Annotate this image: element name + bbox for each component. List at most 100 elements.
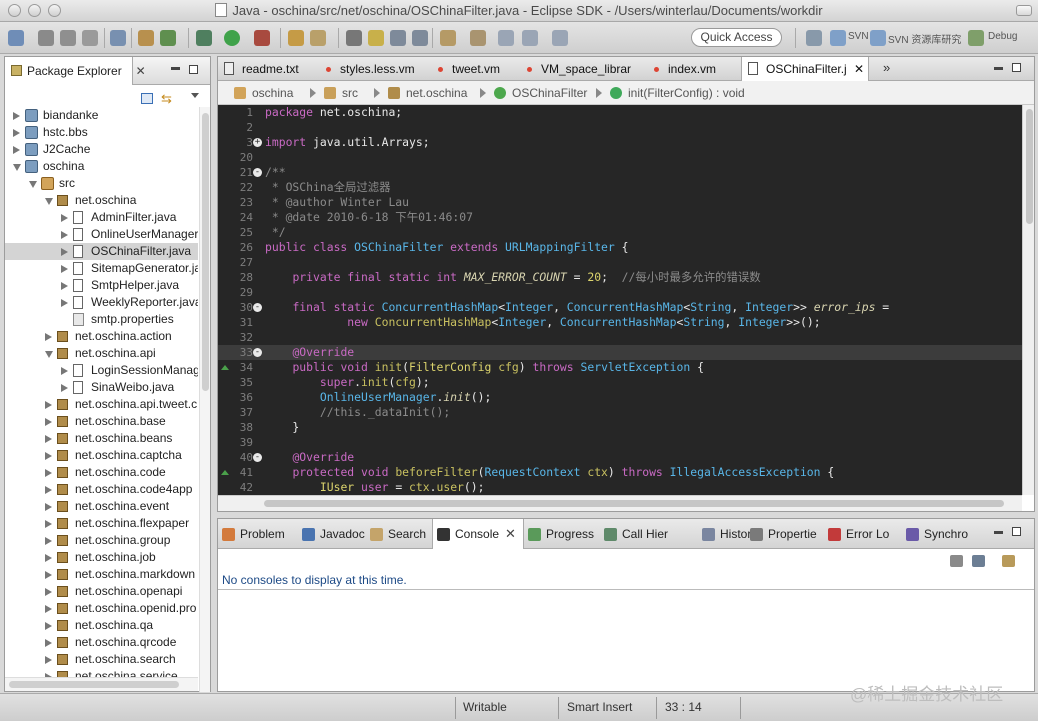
maximize-icon[interactable] <box>189 65 198 74</box>
zoom-window-button[interactable] <box>48 4 61 17</box>
toolbar-toggle-button[interactable] <box>1016 5 1032 16</box>
code-line[interactable]: 29 <box>218 285 1022 300</box>
forward-icon[interactable] <box>552 30 568 46</box>
tree-node[interactable]: net.oschina.action <box>5 328 198 345</box>
tab-overflow-icon[interactable]: » <box>883 60 890 75</box>
code-line[interactable]: 30- final static ConcurrentHashMap<Integ… <box>218 300 1022 315</box>
code-line[interactable]: 36 OnlineUserManager.init(); <box>218 390 1022 405</box>
open-type-icon[interactable] <box>288 30 304 46</box>
chevron-right-icon[interactable] <box>45 486 52 494</box>
chevron-right-icon[interactable] <box>45 452 52 460</box>
code-line[interactable]: 25 */ <box>218 225 1022 240</box>
code-line[interactable]: 3 + import java.util.Arrays; <box>218 135 1022 150</box>
expand-fold-icon[interactable]: + <box>253 138 262 147</box>
close-window-button[interactable] <box>8 4 21 17</box>
tree-node[interactable]: net.oschina.base <box>5 413 198 430</box>
tree-node[interactable]: net.oschina.beans <box>5 430 198 447</box>
code-line[interactable]: 39 <box>218 435 1022 450</box>
chevron-down-icon[interactable] <box>45 351 53 358</box>
tab-properties[interactable]: Propertie <box>746 519 817 549</box>
tree-node[interactable]: net.oschina.job <box>5 549 198 566</box>
code-line[interactable]: 38 } <box>218 420 1022 435</box>
tree-node[interactable]: smtp.properties <box>5 311 198 328</box>
tree-node[interactable]: net.oschina.captcha <box>5 447 198 464</box>
chevron-right-icon[interactable] <box>45 639 52 647</box>
tree-node[interactable]: net.oschina.code4app <box>5 481 198 498</box>
open-task-icon[interactable] <box>310 30 326 46</box>
tree-node[interactable]: SinaWeibo.java <box>5 379 198 396</box>
chevron-down-icon[interactable] <box>29 181 37 188</box>
collapse-fold-icon[interactable]: - <box>253 453 262 462</box>
tree-node[interactable]: net.oschina.qa <box>5 617 198 634</box>
code-line[interactable]: 20 <box>218 150 1022 165</box>
chevron-right-icon[interactable] <box>45 333 52 341</box>
code-line[interactable]: 28 private final static int MAX_ERROR_CO… <box>218 270 1022 285</box>
code-line[interactable]: 1 package net.oschina; <box>218 105 1022 120</box>
override-marker-icon[interactable] <box>221 470 229 475</box>
link-with-editor-icon[interactable]: ⇆ <box>161 91 172 107</box>
tree-node[interactable]: net.oschina.openid.pro <box>5 600 198 617</box>
editor-tab-readme[interactable]: readme.txt <box>218 57 308 81</box>
previous-annotation-icon[interactable] <box>470 30 486 46</box>
tab-package-explorer[interactable]: Package Explorer ✕ <box>5 57 146 85</box>
skip-breakpoints-icon[interactable] <box>110 30 126 46</box>
tab-console[interactable]: Console ✕ <box>432 519 524 549</box>
editor-tab-vm-space-library[interactable]: VM_space_librar <box>517 57 639 81</box>
chevron-right-icon[interactable] <box>45 554 52 562</box>
tab-search[interactable]: Search <box>366 519 426 549</box>
tree-node[interactable]: J2Cache <box>5 141 198 158</box>
editor-tab-styles[interactable]: styles.less.vm <box>316 57 426 81</box>
scroll-thumb[interactable] <box>264 500 1004 507</box>
chevron-right-icon[interactable] <box>45 656 52 664</box>
tree-node[interactable]: net.oschina.api <box>5 345 198 362</box>
collapse-fold-icon[interactable]: - <box>253 168 262 177</box>
breadcrumb-item-src[interactable]: src <box>320 81 358 105</box>
debug-perspective-icon[interactable] <box>968 30 984 46</box>
tab-problems[interactable]: Problem <box>218 519 285 549</box>
tree-node[interactable]: WeeklyReporter.java <box>5 294 198 311</box>
chevron-right-icon[interactable] <box>61 299 68 307</box>
chevron-right-icon[interactable] <box>61 248 68 256</box>
code-line[interactable]: 33- @Override <box>218 345 1022 360</box>
tab-progress[interactable]: Progress <box>524 519 594 549</box>
tree-node[interactable]: net.oschina.group <box>5 532 198 549</box>
code-line[interactable]: 35 super.init(cfg); <box>218 375 1022 390</box>
build-icon[interactable] <box>138 30 154 46</box>
code-line[interactable]: 37 //this._dataInit(); <box>218 405 1022 420</box>
tree-node[interactable]: SitemapGenerator.ja <box>5 260 198 277</box>
svn-repository-perspective-icon[interactable] <box>870 30 886 46</box>
refresh-icon[interactable] <box>160 30 176 46</box>
collapse-all-icon[interactable] <box>141 93 153 104</box>
editor-tab-tweet[interactable]: tweet.vm <box>428 57 516 81</box>
tree-node[interactable]: AdminFilter.java <box>5 209 198 226</box>
code-line[interactable]: 32 <box>218 330 1022 345</box>
tab-synchronize[interactable]: Synchro <box>902 519 968 549</box>
scroll-thumb[interactable] <box>9 681 179 688</box>
code-line[interactable]: 42 IUser user = ctx.user(); <box>218 480 1022 495</box>
chevron-right-icon[interactable] <box>13 129 20 137</box>
minimize-icon[interactable] <box>994 531 1003 534</box>
chevron-right-icon[interactable] <box>61 214 68 222</box>
tree-node[interactable]: biandanke <box>5 107 198 124</box>
code-line[interactable]: 34 public void init(FilterConfig cfg) th… <box>218 360 1022 375</box>
chevron-down-icon[interactable] <box>13 164 21 171</box>
tree-node[interactable]: net.oschina.search <box>5 651 198 668</box>
chevron-right-icon[interactable] <box>61 384 68 392</box>
tree-node[interactable]: LoginSessionManag <box>5 362 198 379</box>
chevron-right-icon[interactable] <box>45 520 52 528</box>
minimize-window-button[interactable] <box>28 4 41 17</box>
display-console-icon[interactable] <box>972 555 985 567</box>
override-marker-icon[interactable] <box>221 365 229 370</box>
collapse-fold-icon[interactable]: - <box>253 303 262 312</box>
vertical-scrollbar[interactable] <box>1022 105 1034 495</box>
tree-node[interactable]: net.oschina.qrcode <box>5 634 198 651</box>
close-icon[interactable]: ✕ <box>136 57 146 85</box>
code-line[interactable]: 22 * OSChina全局过滤器 <box>218 180 1022 195</box>
scroll-thumb[interactable] <box>1026 109 1033 224</box>
save-all-icon[interactable] <box>60 30 76 46</box>
chevron-right-icon[interactable] <box>45 435 52 443</box>
debug-icon[interactable] <box>196 30 212 46</box>
tree-node[interactable]: src <box>5 175 198 192</box>
code-line[interactable]: 2 <box>218 120 1022 135</box>
show-whitespace-icon[interactable] <box>390 30 406 46</box>
